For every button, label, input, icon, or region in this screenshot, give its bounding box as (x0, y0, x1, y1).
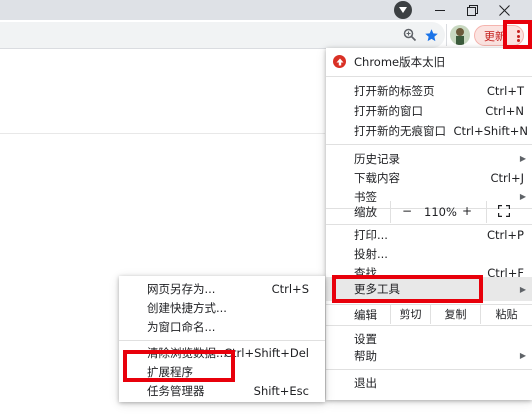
profile-avatar[interactable] (450, 25, 470, 45)
copy-button[interactable]: 复制 (430, 304, 480, 324)
avatar-icon (456, 28, 464, 45)
history-label: 历史记录 (354, 151, 400, 166)
new-window-shortcut: Ctrl+N (485, 103, 524, 118)
help-label: 帮助 (354, 348, 377, 363)
name-window-item[interactable]: 为窗口命名... (119, 317, 325, 336)
update-notice-label: Chrome版本太旧 (354, 54, 446, 69)
new-window-label: 打开新的窗口 (354, 103, 423, 118)
toolbar-divider (446, 24, 447, 46)
cast-label: 投射... (354, 246, 388, 261)
update-button[interactable]: 更新 (474, 25, 524, 46)
menu-divider (326, 369, 532, 370)
name-window-label: 为窗口命名... (147, 319, 216, 334)
task-manager-label: 任务管理器 (147, 383, 205, 398)
create-shortcut-label: 创建快捷方式... (147, 300, 227, 315)
menu-divider (326, 76, 532, 77)
new-tab-label: 打开新的标签页 (354, 83, 435, 98)
zoom-in-button[interactable]: + (462, 204, 472, 218)
close-button[interactable] (490, 0, 518, 20)
task-manager-shortcut: Shift+Esc (253, 383, 309, 398)
menu-divider (326, 144, 532, 145)
help-item[interactable]: 帮助 ▶ (326, 344, 532, 367)
exit-label: 退出 (354, 375, 377, 390)
edit-label: 编辑 (354, 308, 377, 322)
print-shortcut: Ctrl+P (486, 227, 524, 242)
more-tools-label: 更多工具 (354, 282, 400, 296)
minimize-button[interactable] (426, 0, 454, 20)
zoom-out-button[interactable]: − (402, 204, 412, 218)
update-label: 更新 (484, 29, 506, 43)
restore-icon (466, 4, 478, 16)
cut-button[interactable]: 剪切 (390, 304, 430, 324)
clear-data-item[interactable]: 清除浏览数据... Ctrl+Shift+Del (119, 343, 325, 362)
menu-divider (119, 340, 325, 341)
extensions-item[interactable]: 扩展程序 (119, 362, 325, 381)
clear-data-label: 清除浏览数据... (147, 345, 227, 360)
save-page-shortcut: Ctrl+S (271, 281, 309, 296)
new-incognito-item[interactable]: 打开新的无痕窗口 Ctrl+Shift+N (326, 119, 532, 142)
caret-down-icon (399, 7, 407, 13)
create-shortcut-item[interactable]: 创建快捷方式... (119, 298, 325, 317)
fullscreen-icon[interactable] (497, 204, 511, 218)
save-page-label: 网页另存为... (147, 281, 216, 296)
menu-divider (326, 325, 532, 326)
downloads-label: 下载内容 (354, 170, 400, 185)
chrome-main-menu: Chrome版本太旧 打开新的标签页 Ctrl+T 打开新的窗口 Ctrl+N … (326, 48, 532, 400)
exit-item[interactable]: 退出 (326, 371, 532, 394)
clear-data-shortcut: Ctrl+Shift+Del (224, 345, 309, 360)
edit-row: 编辑 剪切 复制 粘贴 (326, 304, 532, 324)
submenu-arrow-icon: ▶ (519, 284, 526, 294)
print-label: 打印... (354, 227, 388, 242)
restore-button[interactable] (458, 0, 486, 20)
zoom-icon[interactable] (399, 24, 421, 46)
more-tools-item[interactable]: 更多工具 ▶ (326, 277, 532, 301)
update-arrow-icon (333, 55, 346, 68)
minimize-icon (435, 9, 445, 11)
zoom-controls: − 110% + (326, 201, 532, 223)
more-menu-icon (511, 28, 525, 44)
new-incognito-label: 打开新的无痕窗口 (354, 123, 446, 138)
cut-label: 剪切 (399, 308, 422, 321)
more-tools-submenu: 网页另存为... Ctrl+S 创建快捷方式... 为窗口命名... 清除浏览数… (119, 276, 325, 402)
paste-button[interactable]: 粘贴 (480, 304, 532, 324)
new-tab-shortcut: Ctrl+T (486, 83, 524, 98)
extensions-label: 扩展程序 (147, 364, 193, 379)
zoom-divider (486, 201, 487, 223)
close-icon (498, 4, 510, 16)
copy-label: 复制 (444, 308, 467, 321)
page-content (0, 50, 325, 134)
address-bar[interactable] (0, 22, 445, 48)
new-incognito-shortcut: Ctrl+Shift+N (453, 123, 528, 138)
zoom-level: 110% (424, 205, 457, 219)
task-manager-item[interactable]: 任务管理器 Shift+Esc (119, 381, 325, 400)
downloads-shortcut: Ctrl+J (490, 170, 525, 185)
bookmark-star-icon[interactable] (420, 24, 442, 46)
submenu-arrow-icon: ▶ (519, 351, 526, 360)
zoom-divider (390, 201, 391, 223)
update-notice-item[interactable]: Chrome版本太旧 (326, 50, 532, 73)
submenu-arrow-icon: ▶ (519, 154, 526, 163)
save-page-item[interactable]: 网页另存为... Ctrl+S (119, 279, 325, 298)
profile-media-icon[interactable] (394, 1, 412, 19)
paste-label: 粘贴 (495, 308, 518, 321)
